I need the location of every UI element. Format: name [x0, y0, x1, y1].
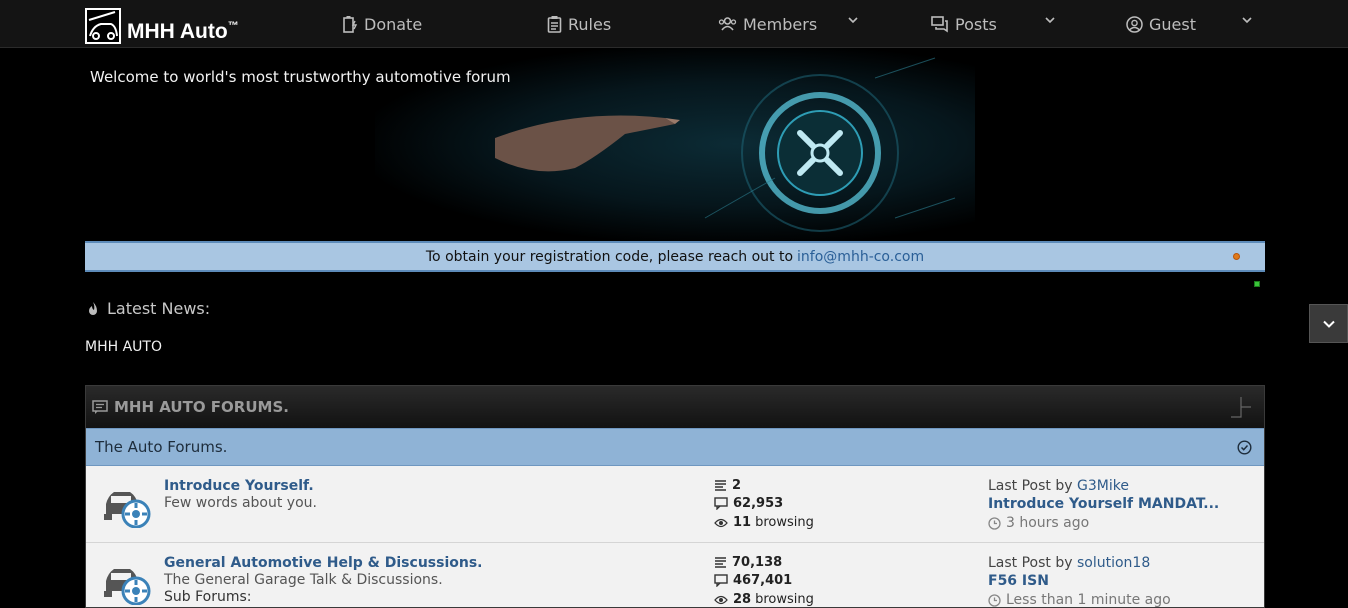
clipboard-icon — [547, 16, 562, 33]
last-post-user-link[interactable]: solution18 — [1077, 555, 1150, 571]
nav-guest[interactable]: Guest — [1126, 12, 1196, 36]
last-post-by: Last Post by solution18 — [988, 555, 1151, 571]
notice-email-link[interactable]: info@mhh-co.com — [797, 249, 924, 265]
battery-icon — [343, 16, 358, 33]
forum-description: Few words about you. — [164, 495, 317, 511]
browsing-count: 28 browsing — [714, 592, 814, 607]
scroll-down-button[interactable] — [1309, 304, 1348, 343]
last-post-thread-link[interactable]: F56 ISN — [988, 573, 1049, 589]
last-post-time: Less than 1 minute ago — [988, 592, 1171, 607]
last-post-user-link[interactable]: G3Mike — [1077, 478, 1129, 494]
status-indicator-icon — [1254, 281, 1260, 287]
chevron-down-icon — [1322, 320, 1335, 328]
forum-box: MHH AUTO FORUMS. The Auto Forums. Introd… — [85, 385, 1265, 608]
logo-text: MHH Auto™ — [127, 20, 239, 43]
last-post-by: Last Post by G3Mike — [988, 478, 1129, 494]
car-repair-icon — [104, 492, 151, 528]
message-icon — [92, 399, 108, 414]
browsing-count: 11 browsing — [714, 515, 814, 530]
latest-news-heading: Latest News: — [86, 299, 210, 318]
nav-donate-label: Donate — [364, 14, 423, 34]
news-heading-label: Latest News: — [107, 299, 211, 318]
chevron-down-icon[interactable] — [1242, 16, 1252, 24]
forum-row: Introduce Yourself. Few words about you.… — [86, 466, 1264, 543]
nav-members-label: Members — [743, 14, 818, 34]
nav-posts[interactable]: Posts — [931, 12, 997, 36]
site-logo[interactable]: MHH Auto™ — [85, 4, 239, 44]
threads-count: 70,138 — [714, 555, 786, 570]
list-icon — [715, 480, 726, 491]
flame-icon — [89, 301, 97, 315]
logo-mark-icon — [85, 8, 121, 44]
top-navbar: MHH Auto™ Donate Rules Members Posts Gue… — [0, 0, 1348, 48]
list-icon — [715, 557, 726, 568]
clock-icon — [988, 593, 1001, 607]
posts-count: 467,401 — [714, 573, 796, 588]
category-title: The Auto Forums. — [95, 438, 228, 456]
registration-notice: To obtain your registration code, please… — [85, 241, 1265, 272]
chevron-down-icon[interactable] — [1045, 16, 1055, 24]
forum-row: General Automotive Help & Discussions. T… — [86, 543, 1264, 607]
category-bar[interactable]: The Auto Forums. — [86, 428, 1264, 466]
posts-count: 62,953 — [714, 496, 787, 511]
chevron-down-icon[interactable] — [848, 16, 858, 24]
nav-members[interactable]: Members — [718, 12, 817, 36]
nav-rules-label: Rules — [568, 14, 612, 34]
last-post-time: 3 hours ago — [988, 515, 1089, 531]
banner-title: Welcome to world's most trustworthy auto… — [90, 68, 511, 86]
forum-description: The General Garage Talk & Discussions. — [164, 572, 443, 588]
users-icon — [718, 17, 737, 31]
nav-donate[interactable]: Donate — [342, 12, 422, 36]
chat-icon — [931, 15, 948, 32]
nav-guest-label: Guest — [1149, 14, 1196, 34]
forum-header: MHH AUTO FORUMS. — [86, 386, 1264, 428]
comment-icon — [714, 497, 728, 510]
forum-title-link[interactable]: General Automotive Help & Discussions. — [164, 555, 483, 571]
hero-banner: Welcome to world's most trustworthy auto… — [85, 48, 1265, 240]
nav-posts-label: Posts — [955, 14, 997, 34]
clock-icon — [988, 516, 1001, 530]
mark-read-icon[interactable] — [1237, 440, 1252, 455]
last-post-thread-link[interactable]: Introduce Yourself MANDAT... — [988, 496, 1219, 512]
car-repair-icon — [104, 569, 151, 605]
news-text: MHH AUTO — [85, 339, 162, 355]
eye-icon — [714, 518, 728, 527]
notice-text: To obtain your registration code, please… — [425, 248, 794, 265]
eye-icon — [714, 595, 728, 604]
threads-count: 2 — [714, 478, 745, 493]
notice-dismiss-icon[interactable] — [1233, 253, 1240, 260]
forum-title: MHH AUTO FORUMS. — [114, 398, 289, 416]
sub-forums-label: Sub Forums: — [164, 589, 252, 605]
nav-rules[interactable]: Rules — [547, 12, 611, 36]
collapse-icon[interactable] — [1230, 396, 1252, 418]
forum-title-link[interactable]: Introduce Yourself. — [164, 478, 314, 494]
comment-icon — [714, 574, 728, 587]
user-circle-icon — [1126, 15, 1143, 33]
